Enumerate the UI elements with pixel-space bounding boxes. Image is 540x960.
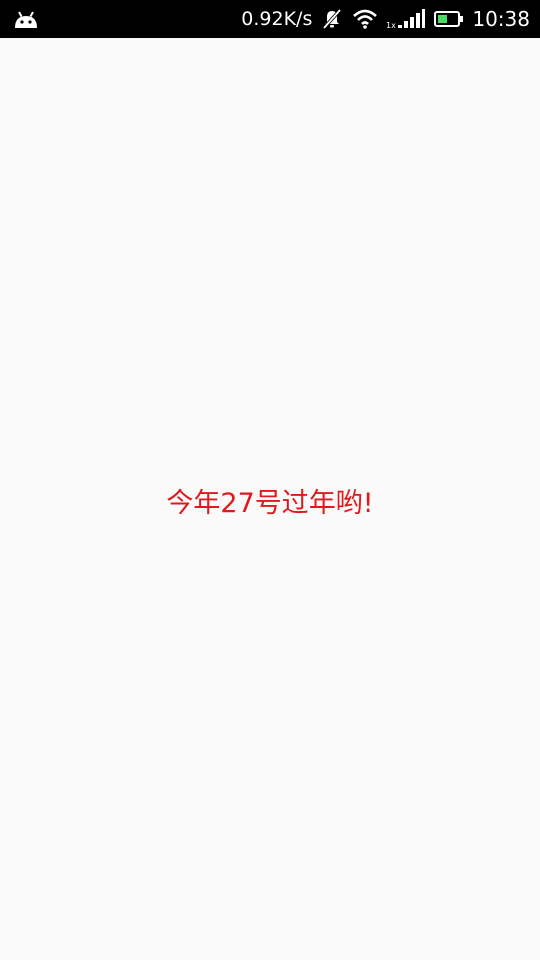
status-bar-right: 0.92K/s 1x 10:38 xyxy=(241,7,530,31)
network-speed: 0.92K/s xyxy=(241,8,313,30)
mute-icon xyxy=(320,7,344,31)
status-bar: 0.92K/s 1x 10:38 xyxy=(0,0,540,38)
android-notification-icon xyxy=(12,8,40,30)
main-content: 今年27号过年哟! xyxy=(0,38,540,960)
battery-icon xyxy=(434,10,464,28)
clock: 10:38 xyxy=(472,7,530,31)
status-bar-left xyxy=(12,8,40,30)
signal-label: 1x xyxy=(386,21,396,30)
signal-icon: 1x xyxy=(386,7,426,31)
wifi-icon xyxy=(352,8,378,30)
message-text: 今年27号过年哟! xyxy=(166,488,374,519)
